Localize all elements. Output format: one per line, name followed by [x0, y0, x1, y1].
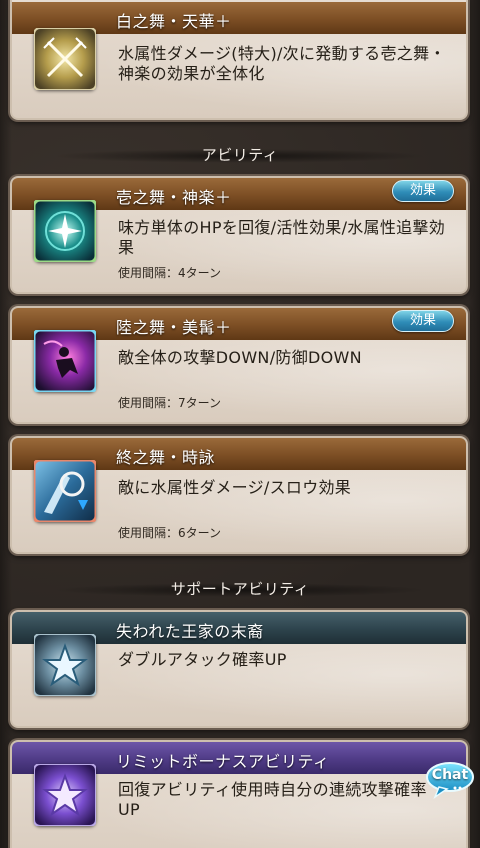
slow-icon [34, 460, 96, 522]
skill-description: 回復アビリティ使用時自分の連続攻撃確率UP [118, 780, 427, 819]
crossed-swords-icon [34, 28, 96, 90]
skill-title: 失われた王家の末裔 [116, 622, 264, 641]
skill-description: 味方単体のHPを回復/活性効果/水属性追撃効果 [118, 218, 446, 257]
skill-title: 壱之舞・神楽＋ [116, 188, 232, 207]
chat-label: Chat [431, 767, 469, 783]
cooldown-text: 使用間隔：6ターン [118, 526, 222, 540]
star-blue-icon [34, 634, 96, 696]
cooldown-text: 使用間隔：4ターン [118, 266, 222, 280]
skill-description: 敵全体の攻撃DOWN/防御DOWN [118, 348, 362, 367]
effect-badge-button[interactable]: 効果 [392, 180, 454, 202]
skill-card[interactable]: 陸之舞・美髯＋ 効果 敵全体の攻撃DOWN/防御DOWN 使用間隔：7ターン [10, 306, 468, 424]
skill-title: 陸之舞・美髯＋ [116, 318, 232, 337]
chat-button[interactable]: Chat [425, 761, 475, 799]
skill-title: 終之舞・時詠 [116, 448, 216, 467]
debuff-icon [34, 330, 96, 392]
section-heading-support: サポートアビリティ [170, 580, 310, 598]
support-ability-card[interactable]: 失われた王家の末裔 ダブルアタック確率UP [10, 610, 468, 728]
section-heading-ability: アビリティ [201, 146, 279, 164]
skill-card[interactable]: 白之舞・天華＋ 水属性ダメージ(特大)/次に発動する壱之舞・神楽の効果が全体化 [10, 0, 468, 120]
page-background: 白之舞・天華＋ 水属性ダメージ(特大)/次に発動する壱之舞・神楽の効果が全体化 … [0, 0, 480, 848]
skill-title: リミットボーナスアビリティ [116, 752, 330, 771]
support-ability-card[interactable]: リミットボーナスアビリティ 回復アビリティ使用時自分の連続攻撃確率UP [10, 740, 468, 848]
effect-badge-button[interactable]: 効果 [392, 310, 454, 332]
skill-title: 白之舞・天華＋ [116, 12, 232, 31]
star-purple-icon [34, 764, 96, 826]
skill-description: ダブルアタック確率UP [118, 650, 287, 669]
skill-card[interactable]: 壱之舞・神楽＋ 効果 味方単体のHPを回復/活性効果/水属性追撃効果 使用間隔：… [10, 176, 468, 294]
skill-description: 敵に水属性ダメージ/スロウ効果 [118, 478, 352, 497]
skill-card[interactable]: 終之舞・時詠 敵に水属性ダメージ/スロウ効果 使用間隔：6ターン [10, 436, 468, 554]
sparkle-heal-icon [34, 200, 96, 262]
skill-description: 水属性ダメージ(特大)/次に発動する壱之舞・神楽の効果が全体化 [118, 44, 446, 83]
cooldown-text: 使用間隔：7ターン [118, 396, 222, 410]
